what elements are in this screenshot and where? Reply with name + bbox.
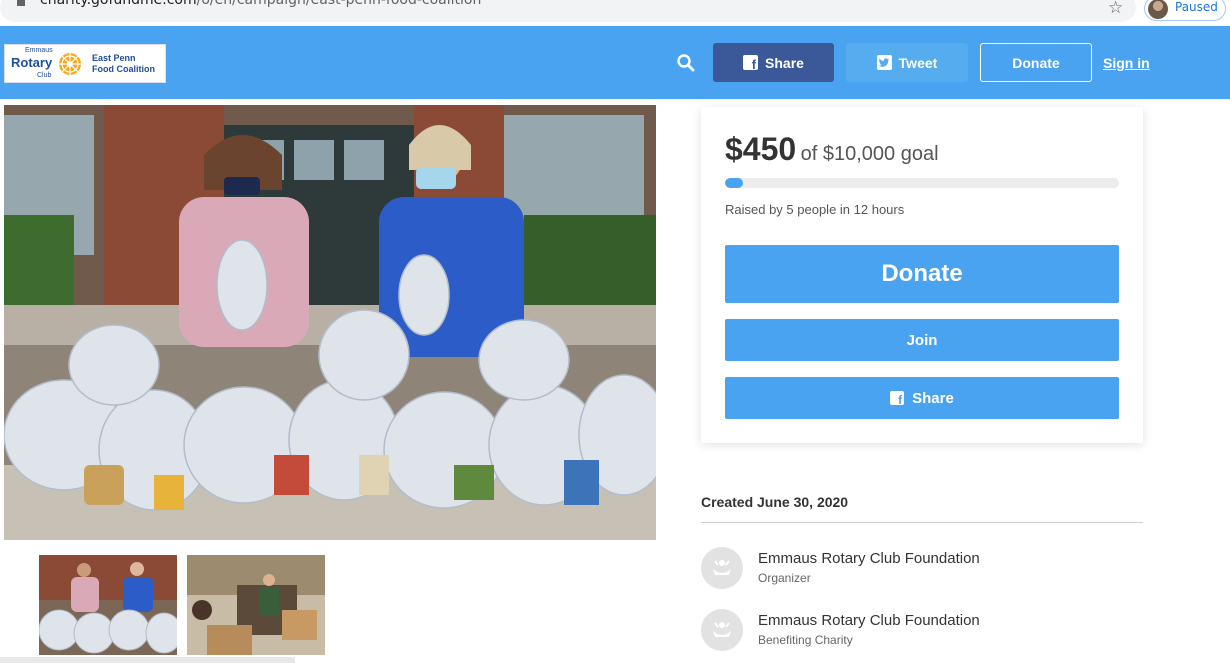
donation-card: $450 of $10,000 goal Raised by 5 people … bbox=[701, 107, 1143, 443]
site-logo[interactable]: Emmaus Rotary Club East Penn Food Coalit… bbox=[4, 44, 166, 83]
header-donate-label: Donate bbox=[1012, 54, 1060, 71]
goal-text: of $10,000 goal bbox=[800, 143, 939, 165]
logo-emmaus-text: Emmaus bbox=[25, 47, 53, 54]
logo-club-text: Club bbox=[37, 72, 52, 79]
site-header: Emmaus Rotary Club East Penn Food Coalit… bbox=[0, 26, 1230, 99]
thumbnail-food-bags[interactable] bbox=[39, 555, 177, 655]
bookmark-star-icon[interactable]: ☆ bbox=[1108, 0, 1123, 16]
organizer-role: Organizer bbox=[758, 571, 811, 585]
organizer-name: Emmaus Rotary Club Foundation bbox=[758, 550, 980, 567]
logo-rotary-text: Rotary bbox=[11, 55, 53, 70]
rotary-wheel-icon bbox=[59, 53, 81, 75]
progress-bar bbox=[725, 178, 1119, 188]
logo-coalition-line1: East Penn bbox=[92, 53, 136, 63]
food-bags-photo bbox=[4, 105, 656, 540]
header-donate-button[interactable]: Donate bbox=[980, 43, 1092, 82]
lock-icon bbox=[17, 0, 25, 6]
share-button[interactable]: Share bbox=[725, 377, 1119, 419]
facebook-icon bbox=[743, 55, 759, 72]
avatar bbox=[1148, 0, 1168, 19]
progress-fill bbox=[725, 178, 743, 188]
logo-coalition-line2: Food Coalition bbox=[92, 64, 155, 74]
twitter-icon bbox=[876, 55, 892, 70]
header-share-label: Share bbox=[765, 54, 804, 71]
join-button-label: Join bbox=[906, 331, 938, 349]
raised-by-text: Raised by 5 people in 12 hours bbox=[725, 202, 905, 217]
thumbnail-image bbox=[187, 555, 325, 655]
organizer-entry[interactable]: Emmaus Rotary Club Foundation Organizer bbox=[701, 547, 1143, 593]
url-text[interactable]: charity.gofundme.com/o/en/campaign/east-… bbox=[40, 0, 481, 9]
beneficiary-entry[interactable]: Emmaus Rotary Club Foundation Benefiting… bbox=[701, 609, 1143, 655]
organization-avatar-icon bbox=[701, 609, 743, 651]
header-share-button[interactable]: Share bbox=[713, 43, 834, 82]
raised-amount-line: $450 of $10,000 goal bbox=[725, 131, 939, 168]
beneficiary-name: Emmaus Rotary Club Foundation bbox=[758, 612, 980, 629]
profile-chip[interactable]: Paused bbox=[1144, 0, 1226, 21]
facebook-icon bbox=[890, 391, 905, 407]
sign-in-link[interactable]: Sign in bbox=[1103, 55, 1150, 71]
horizontal-scrollbar[interactable] bbox=[0, 657, 295, 663]
donate-button-label: Donate bbox=[881, 260, 963, 287]
browser-address-bar: charity.gofundme.com/o/en/campaign/east-… bbox=[0, 0, 1230, 26]
beneficiary-role: Benefiting Charity bbox=[758, 633, 853, 647]
thumbnail-volunteers[interactable] bbox=[187, 555, 325, 655]
share-button-label: Share bbox=[912, 389, 954, 407]
thumbnail-image bbox=[39, 555, 177, 655]
campaign-main-photo[interactable] bbox=[4, 105, 656, 540]
search-icon[interactable] bbox=[676, 53, 696, 73]
donate-button[interactable]: Donate bbox=[725, 245, 1119, 303]
raised-amount: $450 bbox=[725, 131, 797, 167]
organization-avatar-icon bbox=[701, 547, 743, 589]
header-tweet-label: Tweet bbox=[898, 54, 938, 71]
divider bbox=[701, 522, 1143, 523]
header-tweet-button[interactable]: Tweet bbox=[846, 43, 968, 82]
created-date: Created June 30, 2020 bbox=[701, 494, 849, 510]
join-button[interactable]: Join bbox=[725, 319, 1119, 361]
profile-status: Paused bbox=[1175, 0, 1218, 14]
omnibox[interactable]: charity.gofundme.com/o/en/campaign/east-… bbox=[0, 0, 1136, 22]
